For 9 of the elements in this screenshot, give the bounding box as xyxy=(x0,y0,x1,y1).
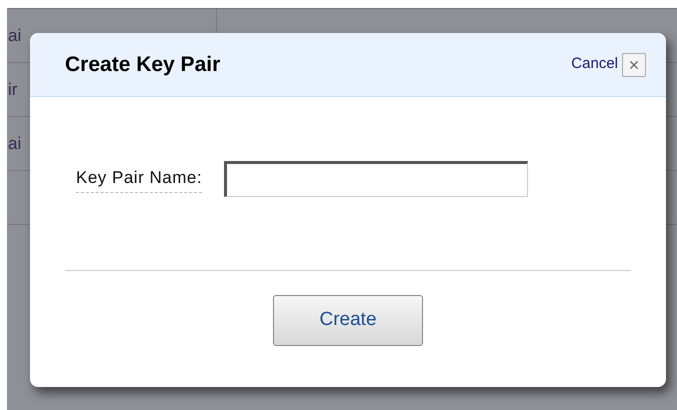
close-button[interactable]: × xyxy=(622,52,646,76)
table-cell-text: ai xyxy=(8,24,22,47)
dialog-title: Create Key Pair xyxy=(65,52,220,78)
key-pair-name-input[interactable] xyxy=(224,161,528,197)
table-cell-text: ai xyxy=(8,132,22,155)
field-label: Key Pair Name: xyxy=(76,164,202,194)
create-button[interactable]: Create xyxy=(273,295,423,346)
table-cell-text: ir xyxy=(8,78,18,101)
cancel-link[interactable]: Cancel xyxy=(571,53,618,76)
